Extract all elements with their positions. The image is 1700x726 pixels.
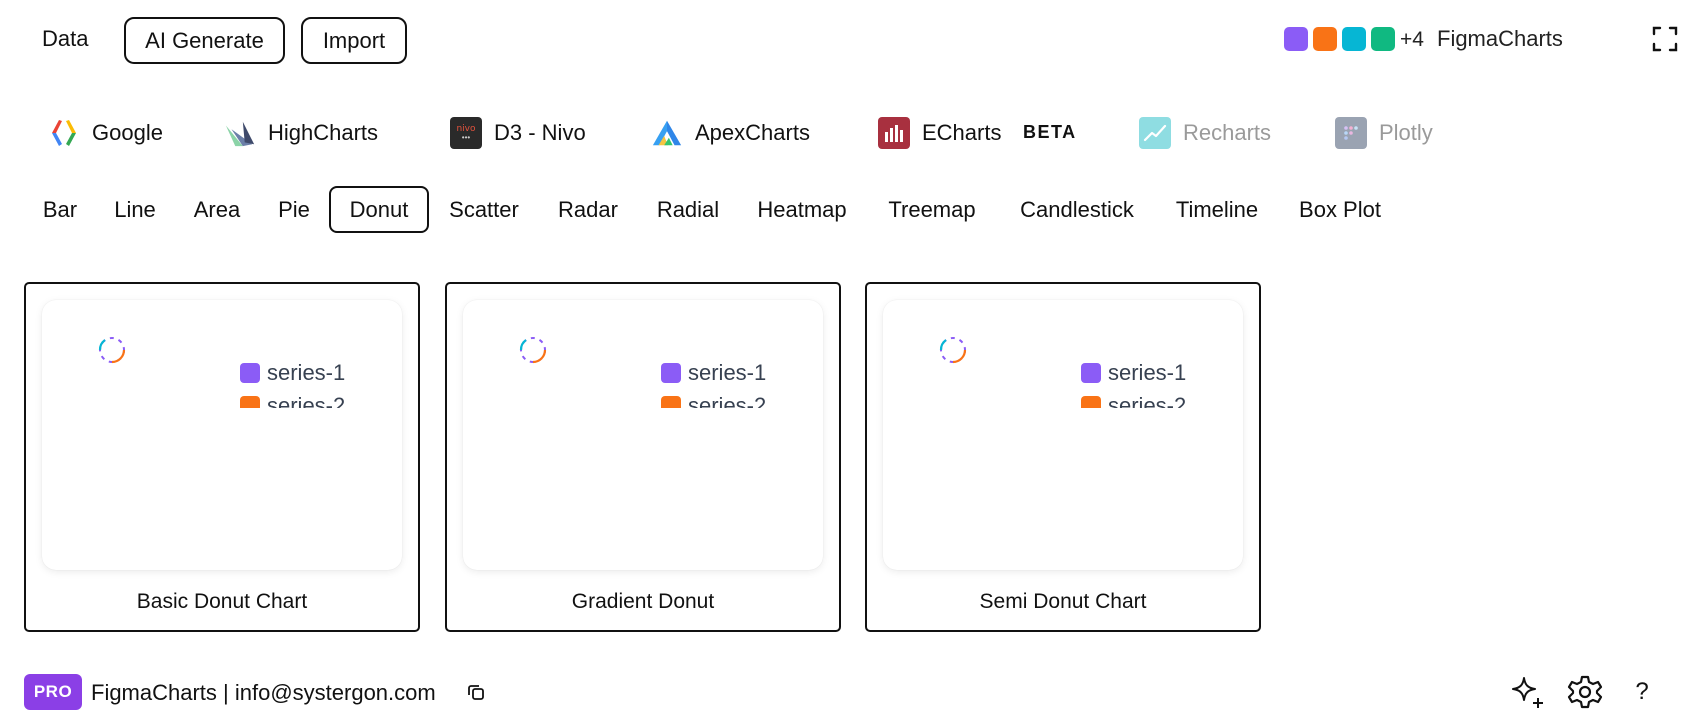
tab-radial[interactable]: Radial — [648, 186, 728, 233]
expand-icon[interactable] — [1652, 26, 1678, 52]
apexcharts-icon — [651, 117, 683, 149]
pro-badge: PRO — [24, 674, 82, 710]
legend-item[interactable]: series-2 — [240, 389, 362, 408]
tab-radar[interactable]: Radar — [551, 186, 625, 233]
legend-label: series-2 — [267, 392, 346, 409]
tab-line[interactable]: Line — [103, 186, 167, 233]
library-label: ApexCharts — [695, 120, 810, 145]
legend-color-swatch — [661, 395, 681, 408]
card-title: Gradient Donut — [571, 590, 715, 613]
highcharts-icon — [224, 117, 256, 149]
library-recharts[interactable]: Recharts — [1139, 116, 1271, 150]
sparkle-icon[interactable] — [1508, 672, 1548, 712]
tab-candlestick[interactable]: Candlestick — [1006, 186, 1148, 233]
library-plotly[interactable]: Plotly — [1335, 116, 1433, 150]
legend-label: series-1 — [1108, 359, 1187, 385]
palette-swatch[interactable] — [1371, 27, 1395, 51]
legend-color-swatch — [1081, 362, 1101, 383]
legend-label: series-2 — [1108, 392, 1187, 409]
legend-item[interactable]: series-1 — [1081, 356, 1203, 389]
tab-donut[interactable]: Donut — [329, 186, 429, 233]
legend-color-swatch — [240, 362, 260, 383]
chart-preview: series-1 series-2 — [42, 300, 402, 570]
legend-item[interactable]: series-2 — [661, 389, 783, 408]
tab-pie[interactable]: Pie — [270, 186, 318, 233]
palette-swatches[interactable] — [1284, 27, 1395, 51]
chart-preview: series-1 series-2 — [463, 300, 823, 570]
google-charts-icon — [48, 117, 80, 149]
legend-item[interactable]: series-2 — [1081, 389, 1203, 408]
legend-color-swatch — [240, 395, 260, 408]
library-google[interactable]: Google — [48, 116, 163, 150]
loading-spinner-icon — [939, 337, 967, 364]
nivo-logo-dots: ••• — [461, 133, 471, 142]
legend-color-swatch — [661, 362, 681, 383]
chart-card-basic-donut[interactable]: series-1 series-2 Basic Donut Chart — [24, 282, 420, 632]
help-icon[interactable]: ? — [1622, 672, 1662, 712]
beta-badge: BETA — [1023, 122, 1077, 142]
plotly-icon — [1335, 117, 1367, 149]
footer-contact: FigmaCharts | info@systergon.com — [91, 680, 436, 705]
nivo-icon: nivo ••• — [450, 117, 482, 149]
top-bar: Data AI Generate Import +4 FigmaCharts — [0, 0, 1700, 80]
tab-area[interactable]: Area — [180, 186, 254, 233]
chart-preview: series-1 series-2 — [883, 300, 1243, 570]
data-tab[interactable]: Data — [42, 26, 88, 52]
palette-swatch[interactable] — [1342, 27, 1366, 51]
library-label: Google — [92, 120, 163, 145]
copy-icon[interactable] — [467, 683, 485, 701]
legend-color-swatch — [1081, 395, 1101, 408]
legend-item[interactable]: series-1 — [240, 356, 362, 389]
palette-swatch[interactable] — [1313, 27, 1337, 51]
tab-treemap[interactable]: Treemap — [880, 186, 984, 233]
chart-card-gradient-donut[interactable]: series-1 series-2 Gradient Donut — [445, 282, 841, 632]
library-label: Plotly — [1379, 120, 1433, 145]
chart-legend: series-1 series-2 — [1081, 356, 1203, 408]
palette-extra-count[interactable]: +4 — [1400, 28, 1424, 52]
library-label: HighCharts — [268, 120, 379, 145]
chart-card-semi-donut[interactable]: series-1 series-2 Semi Donut Chart — [865, 282, 1261, 632]
tab-box-plot[interactable]: Box Plot — [1290, 186, 1390, 233]
library-label: Recharts — [1183, 120, 1272, 145]
tab-timeline[interactable]: Timeline — [1167, 186, 1267, 233]
tab-bar[interactable]: Bar — [30, 186, 90, 233]
tab-heatmap[interactable]: Heatmap — [750, 186, 854, 233]
recharts-icon — [1139, 117, 1171, 149]
legend-label: series-1 — [267, 359, 346, 385]
legend-label: series-2 — [688, 392, 767, 409]
library-highcharts[interactable]: HighCharts — [224, 116, 378, 150]
gear-icon[interactable] — [1565, 672, 1605, 712]
loading-spinner-icon — [519, 337, 547, 364]
echarts-icon — [878, 117, 910, 149]
import-button[interactable]: Import — [301, 17, 407, 64]
library-echarts[interactable]: ECharts — [878, 116, 1001, 150]
legend-item[interactable]: series-1 — [661, 356, 783, 389]
library-label: ECharts — [922, 120, 1002, 145]
chart-legend: series-1 series-2 — [240, 356, 362, 408]
chart-legend: series-1 series-2 — [661, 356, 783, 408]
loading-spinner-icon — [98, 337, 126, 364]
ai-generate-button[interactable]: AI Generate — [124, 17, 285, 64]
library-apexcharts[interactable]: ApexCharts — [651, 116, 810, 150]
palette-swatch[interactable] — [1284, 27, 1308, 51]
brand-name: FigmaCharts — [1437, 26, 1563, 51]
card-title: Semi Donut Chart — [979, 590, 1147, 613]
tab-scatter[interactable]: Scatter — [437, 186, 531, 233]
library-label: D3 - Nivo — [494, 120, 586, 145]
card-title: Basic Donut Chart — [136, 590, 308, 613]
legend-label: series-1 — [688, 359, 767, 385]
library-d3-nivo[interactable]: nivo ••• D3 - Nivo — [450, 116, 586, 150]
